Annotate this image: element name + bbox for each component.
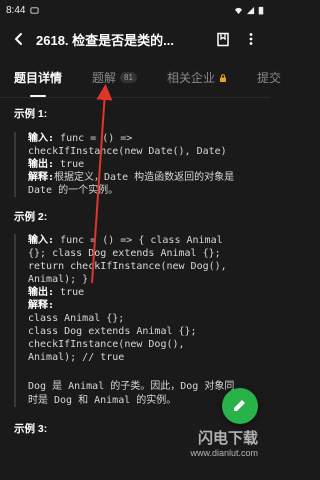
back-arrow-icon (15, 33, 22, 45)
tab-solutions[interactable]: 题解 81 (92, 69, 137, 86)
example-line: 输出: true (28, 287, 85, 299)
status-bar: 8:44 (0, 0, 270, 20)
watermark-url: www.dianlut.com (190, 448, 258, 458)
example-line: 输出: true (28, 158, 85, 170)
example-line: 输入: func = () => (28, 132, 133, 144)
top-bar: 2618. 检查是否是类的... (0, 20, 270, 58)
example-line: 输入: func = () => { class Animal (28, 235, 223, 247)
more-dots-icon (249, 33, 253, 45)
watermark-logo-text: 闪电下载 (197, 430, 258, 447)
example-2-title: 示例 2: (14, 210, 48, 223)
lock-icon (219, 73, 226, 82)
problem-content: 示例 1: 输入: func = () => checkIfInstance(n… (0, 108, 270, 437)
notification-icon (30, 6, 40, 14)
tab-problem-details[interactable]: 题目详情 (14, 69, 63, 97)
example-line: class Animal {}; (28, 313, 125, 325)
floating-action-button[interactable] (222, 388, 258, 424)
example-line: Animal); } (28, 274, 89, 286)
bookmark-note-icon (217, 32, 229, 46)
page-title: 2618. 检查是否是类的... (36, 32, 174, 48)
tab-related-companies[interactable]: 相关企业 (167, 69, 227, 86)
tab-label: 提交 (256, 71, 281, 85)
wifi-icon (234, 7, 243, 14)
example-1-title: 示例 1: (14, 108, 48, 120)
more-options-button[interactable] (240, 28, 262, 50)
example-line: Date 的一个实例。 (28, 184, 119, 196)
signal-icon (246, 6, 255, 14)
tab-label: 相关企业 (166, 71, 215, 85)
example-line: Animal); // true (28, 352, 125, 364)
example-line: 解释:根据定义，Date 构造函数返回的对象是 (28, 171, 235, 183)
tab-label: 题解 (92, 71, 117, 85)
tab-submissions[interactable]: 提交 (257, 69, 281, 86)
example-1-block: 输入: func = () => checkIfInstance(new Dat… (14, 131, 256, 197)
example-line: checkIfInstance(new Dog(), (28, 339, 185, 351)
back-button[interactable] (8, 28, 30, 50)
example-line: return checkIfInstance(new Dog(), (28, 261, 227, 273)
example-line: {}; class Dog extends Animal {}; (28, 248, 221, 260)
battery-icon (258, 6, 264, 15)
notes-button[interactable] (212, 28, 234, 50)
example-2-block: 输入: func = () => { class Animal {}; clas… (14, 234, 256, 408)
example-line: 解释: (28, 300, 55, 312)
status-time: 8:44 (6, 4, 26, 16)
watermark: 闪电下载 www.dianlut.com (190, 427, 258, 458)
example-line: class Dog extends Animal {}; (28, 326, 197, 338)
note-line: Dog 是 Animal 的子类。因此，Dog 对象同 (28, 381, 235, 393)
edit-icon (234, 400, 245, 411)
tab-bar: 题目详情 题解 81 相关企业 提交 (0, 58, 281, 98)
tab-label: 题目详情 (14, 71, 63, 85)
example-line: checkIfInstance(new Date(), Date) (28, 145, 227, 157)
solutions-count-badge: 81 (120, 72, 137, 83)
